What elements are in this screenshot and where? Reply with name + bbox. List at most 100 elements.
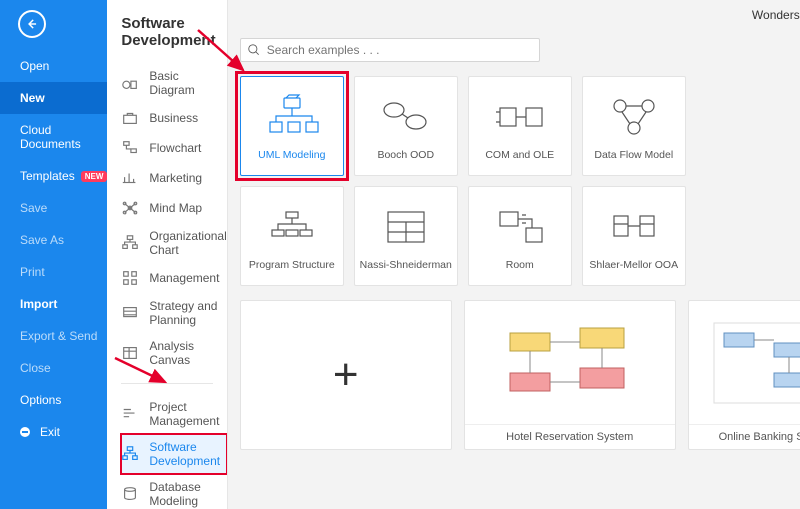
template-tile-shlaer-mellor-ooa[interactable]: Shlaer-Mellor OOA xyxy=(582,186,686,286)
template-tile-room[interactable]: Room xyxy=(468,186,572,286)
target-icon xyxy=(121,304,139,322)
template-tile-nassi-shneiderman[interactable]: Nassi-Shneiderman xyxy=(354,186,458,286)
nassi-thumb-icon xyxy=(376,200,436,254)
back-arrow-icon xyxy=(25,17,39,31)
sidebar-item-print[interactable]: Print xyxy=(0,256,107,288)
briefcase-icon xyxy=(121,109,139,127)
sidebar-item-save[interactable]: Save xyxy=(0,192,107,224)
sidebar-item-label: Templates xyxy=(20,169,75,183)
template-tile-uml-modeling[interactable]: UML Modeling xyxy=(240,76,344,176)
template-tile-booch-ood[interactable]: Booch OOD xyxy=(354,76,458,176)
category-item-label: Mind Map xyxy=(149,201,202,215)
booch-thumb-icon xyxy=(376,90,436,144)
example-thumb-icon xyxy=(465,301,675,424)
example-card-label: Online Banking Sms Customer xyxy=(689,424,800,449)
template-tile-data-flow-model[interactable]: Data Flow Model xyxy=(582,76,686,176)
sidebar-item-label: Print xyxy=(20,265,45,279)
sidebar-item-label: Save xyxy=(20,201,47,215)
template-tile-label: UML Modeling xyxy=(258,150,325,162)
category-item-label: Basic Diagram xyxy=(149,69,226,97)
template-tile-label: Booch OOD xyxy=(377,150,434,162)
category-item-mind-map[interactable]: Mind Map xyxy=(121,193,226,223)
sidebar-item-save-as[interactable]: Save As xyxy=(0,224,107,256)
example-card-online-banking-sms-customer[interactable]: Online Banking Sms Customer xyxy=(688,300,800,450)
category-item-label: Organizational Chart xyxy=(149,229,226,257)
sidebar-item-close[interactable]: Close xyxy=(0,352,107,384)
sidebar-item-label: Close xyxy=(20,361,51,375)
category-item-management[interactable]: Management xyxy=(121,263,226,293)
category-item-marketing[interactable]: Marketing xyxy=(121,163,226,193)
template-tile-label: COM and OLE xyxy=(485,150,554,162)
new-blank-template[interactable]: + xyxy=(240,300,452,450)
sidebar-item-exit[interactable]: Exit xyxy=(0,416,107,448)
brand-label: Wondershare EdrawMax xyxy=(752,8,800,22)
barchart-icon xyxy=(121,169,139,187)
orgchart-icon xyxy=(121,234,139,252)
sidebar-item-label: New xyxy=(20,91,45,105)
app-sidebar: Open New Cloud Documents Templates NEW Save Sa… xyxy=(0,0,107,509)
sidebar-item-label: Open xyxy=(20,59,49,73)
category-item-software-development[interactable]: Software Development xyxy=(121,434,226,474)
sidebar-item-label: Cloud Documents xyxy=(20,123,107,151)
mindmap-icon xyxy=(121,199,139,217)
category-item-label: Software Development xyxy=(149,440,226,468)
template-tile-label: Shlaer-Mellor OOA xyxy=(589,260,678,272)
category-title: Software Development xyxy=(107,0,226,63)
template-tile-label: Program Structure xyxy=(249,260,335,272)
sidebar-item-open[interactable]: Open xyxy=(0,50,107,82)
template-tile-label: Nassi-Shneiderman xyxy=(360,260,452,272)
search-input[interactable] xyxy=(267,43,533,57)
category-item-label: Flowchart xyxy=(149,141,201,155)
category-item-label: Business xyxy=(149,111,198,125)
dataflow-thumb-icon xyxy=(604,90,664,144)
example-thumb-icon: + xyxy=(241,301,451,449)
example-card-label: Hotel Reservation System xyxy=(465,424,675,449)
progstruct-thumb-icon xyxy=(262,200,322,254)
category-item-flowchart[interactable]: Flowchart xyxy=(121,133,226,163)
new-badge: NEW xyxy=(81,171,108,182)
category-item-organizational-chart[interactable]: Organizational Chart xyxy=(121,223,226,263)
shlaer-thumb-icon xyxy=(604,200,664,254)
canvas-icon xyxy=(121,344,139,362)
example-card-hotel-reservation-system[interactable]: Hotel Reservation System xyxy=(464,300,676,450)
flowchart-icon xyxy=(121,139,139,157)
category-item-label: Marketing xyxy=(149,171,202,185)
plus-icon: + xyxy=(333,350,359,400)
category-item-database-modeling[interactable]: Database Modeling xyxy=(121,474,226,509)
category-item-business[interactable]: Business xyxy=(121,103,226,133)
category-item-analysis-canvas[interactable]: Analysis Canvas xyxy=(121,333,226,373)
category-item-strategy-and-planning[interactable]: Strategy and Planning xyxy=(121,293,226,333)
sidebar-item-templates[interactable]: Templates NEW xyxy=(0,160,107,192)
sidebar-item-label: Exit xyxy=(40,425,60,439)
back-button[interactable] xyxy=(18,10,46,38)
category-item-label: Project Management xyxy=(149,400,226,428)
template-tile-program-structure[interactable]: Program Structure xyxy=(240,186,344,286)
uml-thumb-icon xyxy=(262,90,322,144)
category-item-project-management[interactable]: Project Management xyxy=(121,394,226,434)
search-box[interactable] xyxy=(240,38,540,62)
main-area: Wondershare EdrawMax UML Modeling Booch O… xyxy=(228,0,800,509)
sidebar-item-export-send[interactable]: Export & Send xyxy=(0,320,107,352)
sidebar-item-cloud-documents[interactable]: Cloud Documents xyxy=(0,114,107,160)
com-thumb-icon xyxy=(490,90,550,144)
sidebar-item-label: Import xyxy=(20,297,57,311)
category-item-label: Analysis Canvas xyxy=(149,339,226,367)
exit-icon xyxy=(20,427,30,437)
template-tile-label: Data Flow Model xyxy=(594,150,673,162)
sidebar-item-options[interactable]: Options xyxy=(0,384,107,416)
template-tile-com-and-ole[interactable]: COM and OLE xyxy=(468,76,572,176)
softdev-icon xyxy=(121,445,139,463)
template-tile-label: Room xyxy=(506,260,534,272)
sidebar-item-new[interactable]: New xyxy=(0,82,107,114)
sidebar-item-label: Export & Send xyxy=(20,329,97,343)
category-item-label: Strategy and Planning xyxy=(149,299,226,327)
sidebar-item-import[interactable]: Import xyxy=(0,288,107,320)
shapes-icon xyxy=(121,74,139,92)
room-thumb-icon xyxy=(490,200,550,254)
category-item-basic-diagram[interactable]: Basic Diagram xyxy=(121,63,226,103)
sidebar-item-label: Options xyxy=(20,393,61,407)
category-separator xyxy=(121,383,212,384)
category-item-label: Management xyxy=(149,271,219,285)
gantt-icon xyxy=(121,405,139,423)
sidebar-item-label: Save As xyxy=(20,233,64,247)
